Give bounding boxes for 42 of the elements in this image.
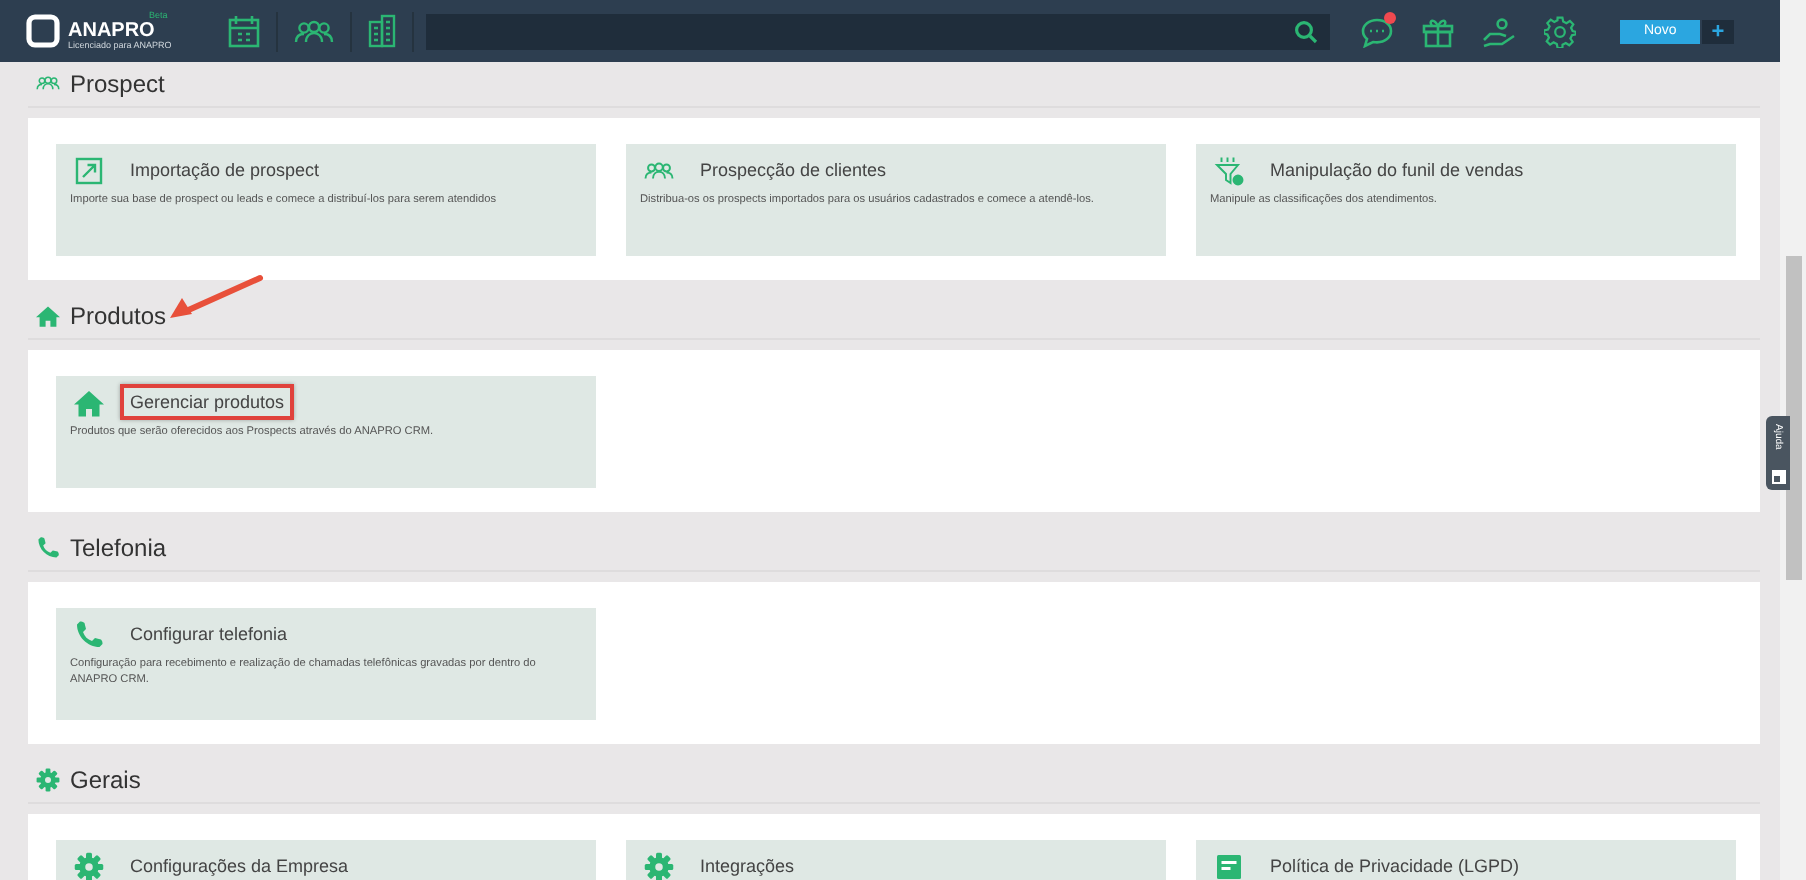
card-title[interactable]: Integrações (690, 848, 805, 880)
help-icon (1771, 470, 1785, 484)
card-title[interactable]: Configurações da Empresa (120, 848, 359, 880)
document-icon (1214, 851, 1244, 880)
section-title: Gerais (70, 766, 141, 794)
option-card[interactable]: Configurações da Empresa (56, 840, 596, 880)
people-icon (36, 76, 60, 92)
card-title[interactable]: Importação de prospect (120, 152, 330, 188)
funnel-icon (1214, 155, 1244, 185)
card-title[interactable]: Manipulação do funil de vendas (1260, 152, 1534, 188)
gears-icon (644, 851, 674, 880)
section-title: Telefonia (70, 534, 167, 562)
card-title[interactable]: Política de Privacidade (LGPD) (1260, 848, 1530, 880)
people-icon[interactable] (294, 19, 335, 43)
card-title[interactable]: Prospecção de clientes (690, 152, 897, 188)
search-field[interactable] (426, 13, 1331, 49)
option-card[interactable]: Integrações (626, 840, 1166, 880)
logo-icon (26, 14, 60, 48)
section-title: Produtos (70, 302, 167, 330)
gear-icon (36, 768, 60, 792)
add-button[interactable]: + (1701, 19, 1734, 43)
gift-icon[interactable] (1422, 15, 1455, 47)
option-card[interactable]: Política de Privacidade (LGPD) (1196, 840, 1736, 880)
hand-coin-icon[interactable] (1482, 15, 1517, 47)
building-icon[interactable] (368, 14, 397, 48)
scrollbar[interactable] (1780, 0, 1806, 880)
gear-icon (74, 851, 104, 880)
settings-icon[interactable] (1544, 15, 1577, 47)
brand-name: ANAPRO (68, 21, 157, 41)
people-icon (644, 161, 674, 179)
phone-icon (74, 619, 104, 649)
annotation-arrow (164, 274, 264, 322)
phone-icon (36, 536, 60, 560)
card-title[interactable]: Configurar telefonia (120, 616, 298, 652)
home-icon (74, 387, 104, 417)
scrollbar-thumb[interactable] (1786, 256, 1802, 580)
home-icon (36, 304, 60, 328)
search-icon[interactable] (1294, 19, 1319, 43)
section-title: Prospect (70, 70, 165, 98)
chat-icon[interactable] (1360, 15, 1395, 47)
card-title[interactable]: Gerenciar produtos (120, 384, 295, 420)
calendar-icon[interactable] (228, 14, 261, 48)
